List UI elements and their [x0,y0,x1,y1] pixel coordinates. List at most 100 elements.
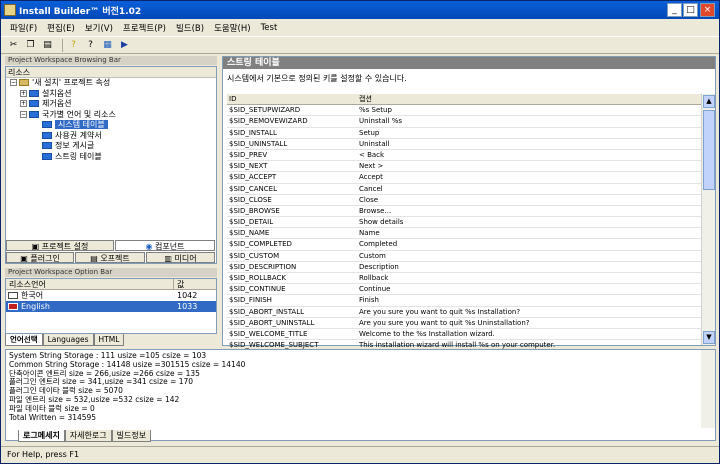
tree-item-license[interactable]: 사용권 계약서 [6,131,216,142]
tree-item-install-options[interactable]: + 설치옵션 [6,89,216,100]
col-resource-language[interactable]: 리소스언어 [6,279,174,289]
string-caption[interactable]: Uninstall [357,139,701,149]
table-row[interactable]: $SID_ABORT_UNINSTALL Are you sure you wan… [227,318,701,329]
cut-icon[interactable]: ✂ [7,39,20,52]
string-caption[interactable]: Accept [357,172,701,182]
paste-icon[interactable]: ▤ [41,39,54,52]
table-row[interactable]: $SID_FINISH Finish [227,295,701,307]
string-caption[interactable]: Rollback [357,273,701,283]
string-caption[interactable]: Welcome to the %s Installation wizard. [357,329,701,339]
string-caption[interactable]: Name [357,228,701,238]
string-caption[interactable]: Finish [357,295,701,305]
tree-item-uninstall-options[interactable]: + 제거옵션 [6,99,216,110]
table-row[interactable]: $SID_NAME Name [227,228,701,240]
tab-languages[interactable]: Languages [42,334,94,346]
menu-edit[interactable]: 편집(E) [42,22,80,34]
tab-language-select[interactable]: 언어선택 [5,334,43,346]
table-row[interactable]: $SID_UNINSTALL Uninstall [227,139,701,150]
table-row[interactable]: $SID_INSTALL Setup [227,128,701,139]
build-icon[interactable]: ▦ [101,39,114,52]
col-value[interactable]: 값 [174,279,184,289]
string-caption[interactable]: Are you sure you want to quit %s Install… [357,307,701,317]
folder-icon [42,131,52,139]
string-caption[interactable]: Setup [357,128,701,138]
table-row[interactable]: $SID_ROLLBACK Rollback [227,273,701,285]
menu-project[interactable]: 프로젝트(P) [118,22,171,34]
table-row[interactable]: $SID_DESCRIPTION Description [227,262,701,273]
string-caption[interactable]: Custom [357,251,701,261]
string-caption[interactable]: Are you sure you want to quit %s Uninsta… [357,318,701,328]
string-caption[interactable]: Continue [357,284,701,294]
log-scrollbar[interactable] [701,350,715,428]
minimize-button[interactable]: _ [667,3,682,17]
expand-icon[interactable]: + [20,89,27,97]
table-row[interactable]: $SID_DETAIL Show details [227,217,701,229]
maximize-button[interactable]: □ [683,3,698,17]
about-icon[interactable]: ? [67,39,80,52]
table-row[interactable]: $SID_NEXT Next > [227,161,701,173]
tree-item-system-table[interactable]: 시스템 테이블 [6,120,216,131]
expand-icon[interactable]: + [20,100,27,107]
menu-help[interactable]: 도움말(H) [209,22,255,34]
collapse-icon[interactable]: − [10,79,17,86]
table-row[interactable]: $SID_CUSTOM Custom [227,251,701,262]
string-table: ID 캡션 $SID_SETUPWIZARD %s Setup $SID_REMOV… [227,94,701,352]
table-row[interactable]: $SID_REMOVEWIZARD Uninstall %s [227,116,701,128]
collapse-icon[interactable]: − [20,110,27,118]
tab-detailed-log[interactable]: 자세한로그 [64,430,112,442]
context-help-icon[interactable]: ? [84,39,97,52]
string-caption[interactable]: Browse... [357,206,701,216]
option-tabs: 언어선택 Languages HTML [5,334,217,346]
table-row[interactable]: $SID_SETUPWIZARD %s Setup [227,105,701,117]
scroll-down-icon[interactable]: ▼ [703,331,715,344]
tab-objects[interactable]: ▤ 오프젝트 [75,252,145,263]
table-row[interactable]: $SID_WELCOME_TITLE Welcome to the %s Inst… [227,329,701,341]
string-caption[interactable]: Uninstall %s [357,116,701,126]
tab-log-messages[interactable]: 로그메세지 [18,430,65,442]
tree-item-languages[interactable]: − 국가별 언어 및 리소스 [6,110,216,121]
tab-media[interactable]: ▥ 미디어 [146,252,215,263]
tab-plugins[interactable]: ▣ 플러그인 [6,252,74,263]
col-id[interactable]: ID [227,94,357,104]
string-caption[interactable]: Completed [357,239,701,249]
string-caption[interactable]: Show details [357,217,701,227]
close-button[interactable]: × [700,3,715,17]
table-row[interactable]: $SID_BROWSE Browse... [227,206,701,218]
string-caption[interactable]: < Back [357,150,701,160]
tree-item-label: 제거옵션 [42,99,72,108]
run-icon[interactable]: ▶ [118,39,131,52]
table-row[interactable]: $SID_ABORT_INSTALL Are you sure you want … [227,307,701,318]
menu-build[interactable]: 빌드(B) [171,22,209,34]
menu-file[interactable]: 파일(F) [5,22,42,34]
tree-root[interactable]: − '새 설치' 프로젝트 속성 [6,78,216,89]
menu-view[interactable]: 보기(V) [80,22,118,34]
menu-test[interactable]: Test [256,23,283,33]
string-caption[interactable]: Cancel [357,184,701,194]
page-description: 시스템에서 기본으로 정의된 키를 설정할 수 있습니다. [227,74,407,83]
table-row[interactable]: $SID_COMPLETED Completed [227,239,701,251]
vertical-scrollbar[interactable]: ▲ ▼ [701,94,715,345]
tab-html[interactable]: HTML [93,334,125,346]
col-caption[interactable]: 캡션 [357,94,701,104]
string-id: $SID_INSTALL [229,128,277,137]
string-caption[interactable]: Close [357,195,701,205]
table-row[interactable]: $SID_ACCEPT Accept [227,172,701,184]
left-pane: Project Workspace Browsing Bar 리소스 − '새 설… [5,56,217,346]
copy-icon[interactable]: ❐ [24,39,37,52]
table-row[interactable]: $SID_PREV < Back [227,150,701,162]
scroll-thumb[interactable] [703,110,715,190]
tab-build-info[interactable]: 빌드정보 [111,430,152,442]
tree-item-info[interactable]: 정보 게시글 [6,141,216,152]
tab-project-settings[interactable]: ▣ 프로젝트 설정 [6,240,114,251]
scroll-up-icon[interactable]: ▲ [703,95,715,108]
string-caption[interactable]: %s Setup [357,105,701,115]
language-row-english[interactable]: English 1033 [6,301,216,312]
string-caption[interactable]: Next > [357,161,701,171]
tab-components[interactable]: ◉ 컴포넌트 [115,240,215,251]
table-row[interactable]: $SID_CANCEL Cancel [227,184,701,195]
string-caption[interactable]: Description [357,262,701,272]
table-row[interactable]: $SID_CLOSE Close [227,195,701,206]
table-row[interactable]: $SID_CONTINUE Continue [227,284,701,296]
tree-item-string-table[interactable]: 스트링 테이블 [6,152,216,163]
language-row-korean[interactable]: 한국어 1042 [6,290,216,301]
